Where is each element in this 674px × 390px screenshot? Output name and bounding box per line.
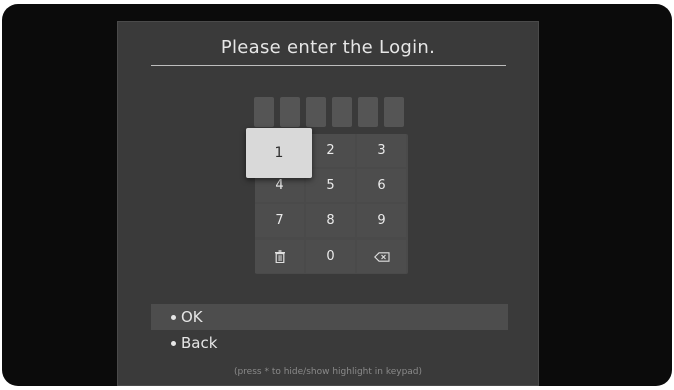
login-dialog: Please enter the Login. 2 3 4 5 6 7 8 9 bbox=[117, 21, 539, 386]
action-menu: OK Back bbox=[151, 304, 508, 356]
delete-icon bbox=[274, 250, 285, 263]
key-5[interactable]: 5 bbox=[306, 169, 355, 202]
back-button[interactable]: Back bbox=[151, 330, 508, 356]
ok-label: OK bbox=[181, 308, 203, 326]
bullet-icon bbox=[171, 341, 176, 346]
title-divider bbox=[151, 65, 506, 66]
backspace-icon bbox=[373, 251, 390, 262]
code-slot-4 bbox=[332, 97, 352, 127]
bullet-icon bbox=[171, 315, 176, 320]
key-3[interactable]: 3 bbox=[357, 134, 406, 167]
keypad-hint: (press * to hide/show highlight in keypa… bbox=[233, 367, 423, 377]
code-slot-6 bbox=[384, 97, 404, 127]
key-backspace[interactable] bbox=[357, 240, 406, 273]
ok-button[interactable]: OK bbox=[151, 304, 508, 330]
key-1[interactable]: 1 bbox=[246, 128, 312, 178]
code-slot-1 bbox=[254, 97, 274, 127]
key-7[interactable]: 7 bbox=[255, 204, 304, 237]
key-6[interactable]: 6 bbox=[357, 169, 406, 202]
tv-screen: Please enter the Login. 2 3 4 5 6 7 8 9 bbox=[2, 4, 672, 386]
code-slot-2 bbox=[280, 97, 300, 127]
dialog-title: Please enter the Login. bbox=[220, 37, 436, 58]
code-slot-3 bbox=[306, 97, 326, 127]
key-0[interactable]: 0 bbox=[306, 240, 355, 273]
key-8[interactable]: 8 bbox=[306, 204, 355, 237]
code-slot-5 bbox=[358, 97, 378, 127]
key-delete[interactable] bbox=[255, 240, 304, 273]
key-2[interactable]: 2 bbox=[306, 134, 355, 167]
back-label: Back bbox=[181, 334, 218, 352]
key-9[interactable]: 9 bbox=[357, 204, 406, 237]
